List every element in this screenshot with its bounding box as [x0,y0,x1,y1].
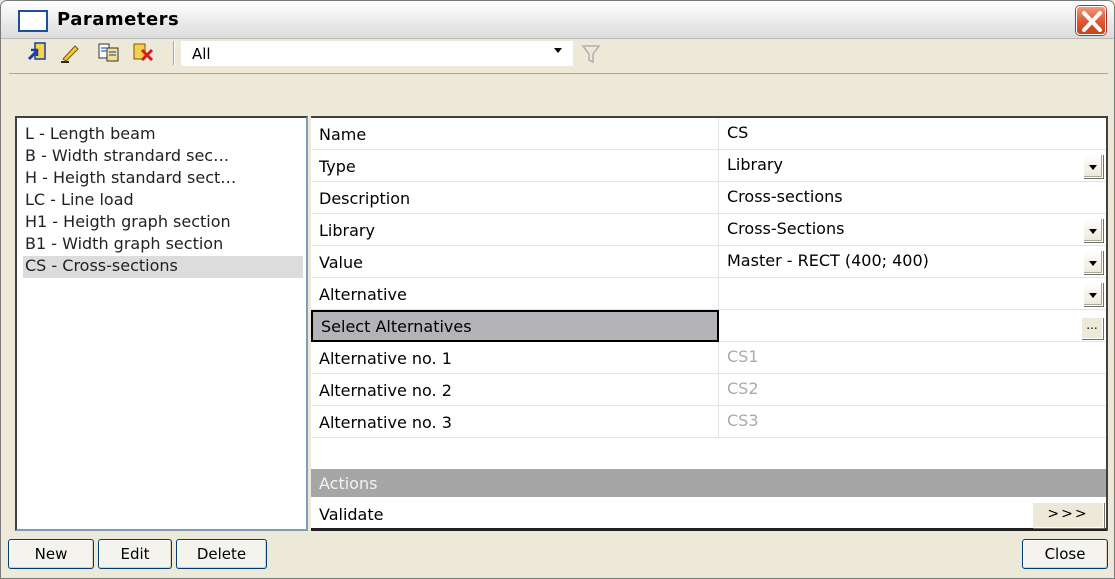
property-value[interactable]: Library [721,150,1106,182]
property-row-alternative[interactable]: Alternative [311,278,1106,310]
property-key: Library [311,214,719,246]
close-icon [1082,11,1102,32]
property-key: Alternative no. 1 [311,342,719,374]
validate-action-row[interactable]: Validate >>> [311,499,1106,531]
new-button[interactable]: New [8,539,94,569]
edit-parameter-icon [61,45,79,63]
delete-button[interactable]: Delete [176,539,267,569]
select-alternatives-button[interactable]: ... [1081,317,1103,339]
property-value[interactable]: Cross-sections [721,182,1106,214]
property-key: Alternative [311,278,719,310]
run-validate-button[interactable]: >>> [1032,502,1104,528]
property-key: Type [311,150,719,182]
edit-parameter-tool-button[interactable] [59,41,81,63]
edit-button[interactable]: Edit [98,539,172,569]
title-bar[interactable]: Parameters [1,1,1114,39]
filter-icon[interactable] [581,43,601,65]
parameter-list[interactable]: L - Length beam B - Width strandard sec…… [15,116,308,531]
property-row-select-alternatives[interactable]: Select Alternatives ... [311,310,1106,342]
list-item[interactable]: LC - Line load [25,190,300,212]
window-icon [18,10,48,32]
property-value: CS3 [727,411,759,430]
property-value: CS1 [727,347,759,366]
alternative-dropdown-button[interactable] [1083,282,1103,306]
property-value-text: Library [727,155,783,174]
property-row-alternative-2[interactable]: Alternative no. 2 CS2 [311,374,1106,406]
toolbar-separator-line [9,73,1108,113]
close-button[interactable]: Close [1022,539,1108,569]
property-row-type[interactable]: Type Library [311,150,1106,182]
actions-section-header: Actions [311,469,1106,497]
delete-parameter-icon [133,43,154,62]
new-parameter-icon [27,42,46,61]
property-row-library[interactable]: Library Cross-Sections [311,214,1106,246]
property-row-value[interactable]: Value Master - RECT (400; 400) [311,246,1106,278]
filter-dropdown[interactable]: All [181,41,573,66]
copy-parameter-tool-button[interactable] [97,41,119,63]
window-title: Parameters [57,9,180,30]
list-item[interactable]: L - Length beam [25,124,300,146]
parameters-window: Parameters All L - Length beam B - Width… [0,0,1115,579]
property-grid: Name CS Type Library Description Cross-s… [311,116,1108,531]
property-value[interactable] [721,310,1106,342]
property-key: Select Alternatives [311,310,719,342]
toolbar-divider [173,41,175,65]
property-value-text: Master - RECT (400; 400) [727,251,929,270]
property-value[interactable]: CS [721,118,1106,150]
delete-parameter-tool-button[interactable] [131,41,154,63]
list-item[interactable]: H1 - Heigth graph section [25,212,300,234]
list-item[interactable]: B1 - Width graph section [25,234,300,256]
property-key: Alternative no. 2 [311,374,719,406]
copy-parameter-icon [98,43,119,62]
property-row-alternative-3[interactable]: Alternative no. 3 CS3 [311,406,1106,438]
property-key: Alternative no. 3 [311,406,719,438]
library-dropdown-button[interactable] [1083,218,1103,242]
property-row-description[interactable]: Description Cross-sections [311,182,1106,214]
property-key: Description [311,182,719,214]
list-item-selected[interactable]: CS - Cross-sections [23,256,303,278]
property-value[interactable] [721,278,1106,310]
close-window-button[interactable] [1076,6,1106,35]
property-value[interactable]: Master - RECT (400; 400) [721,246,1106,278]
property-value[interactable]: Cross-Sections [721,214,1106,246]
validate-label: Validate [319,505,384,524]
property-value-text: Cross-Sections [727,219,845,238]
property-value: CS2 [727,379,759,398]
list-item[interactable]: B - Width strandard sec… [25,146,300,168]
property-key: Value [311,246,719,278]
new-parameter-tool-button[interactable] [27,41,49,63]
property-row-name[interactable]: Name CS [311,118,1106,150]
chevron-down-icon[interactable] [554,48,562,53]
value-dropdown-button[interactable] [1083,250,1103,274]
property-key: Name [311,118,719,150]
property-row-alternative-1[interactable]: Alternative no. 1 CS1 [311,342,1106,374]
type-dropdown-button[interactable] [1083,154,1103,178]
filter-dropdown-value: All [192,45,211,63]
list-item[interactable]: H - Heigth standard sect… [25,168,300,190]
